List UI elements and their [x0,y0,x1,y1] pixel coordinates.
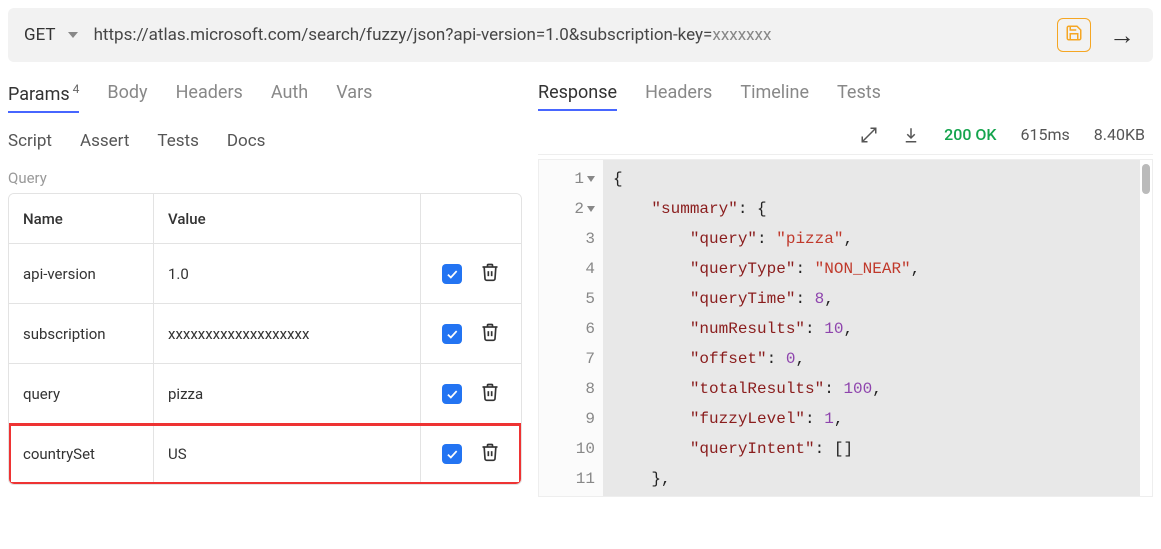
enable-checkbox[interactable] [442,264,462,284]
code-line: "queryType": "NON_NEAR", [613,254,1130,284]
tab-timeline[interactable]: Timeline [740,82,809,109]
query-header-value: Value [154,194,421,243]
line-number[interactable]: 1 [543,164,595,194]
tab-vars[interactable]: Vars [336,82,372,111]
code-line: "queryTime": 8, [613,284,1130,314]
response-size: 8.40KB [1094,125,1145,144]
line-number: 7 [543,344,595,374]
tab-resp-headers[interactable]: Headers [645,82,712,109]
subtab-tests[interactable]: Tests [157,131,198,151]
line-number: 9 [543,404,595,434]
tab-auth[interactable]: Auth [271,82,308,111]
response-time: 615ms [1021,125,1070,144]
query-param-name[interactable]: query [9,364,154,423]
query-param-name[interactable]: subscription [9,304,154,363]
request-subtabs: Script Assert Tests Docs [8,117,522,161]
url-text: https://atlas.microsoft.com/search/fuzzy… [94,25,713,45]
line-number: 11 [543,464,595,494]
enable-checkbox[interactable] [442,324,462,344]
scrollbar[interactable] [1140,160,1152,496]
save-icon [1065,24,1083,46]
status-badge: 200 OK [944,125,996,144]
scrollbar-thumb[interactable] [1142,164,1150,194]
fold-icon[interactable] [587,176,595,182]
query-header-row: Name Value [9,194,521,244]
query-param-name[interactable]: countrySet [9,424,154,484]
enable-checkbox[interactable] [442,384,462,404]
main: Params4 Body Headers Auth Vars Script As… [0,70,1161,541]
line-number[interactable]: 2 [543,194,595,224]
download-icon[interactable] [902,126,920,144]
response-meta-bar: 200 OK 615ms 8.40KB [538,115,1153,155]
tab-params-count: 4 [73,82,80,96]
line-number: 4 [543,254,595,284]
query-row-actions [421,304,521,363]
code-line: }, [613,464,1130,494]
save-button[interactable] [1057,18,1091,52]
url-bar: GET https://atlas.microsoft.com/search/f… [8,8,1153,62]
tab-body[interactable]: Body [107,82,147,111]
query-param-value[interactable]: US [154,424,421,484]
query-row-actions [421,424,521,484]
code-line: "totalResults": 100, [613,374,1130,404]
line-number: 8 [543,374,595,404]
query-row-actions [421,364,521,423]
query-table: Name Value api-version1.0subscriptionxxx… [8,193,522,485]
code-line: "summary": { [613,194,1130,224]
line-gutter: 1234567891011 [539,160,603,496]
fold-icon[interactable] [587,206,595,212]
tab-response[interactable]: Response [538,82,617,109]
code-line: { [613,164,1130,194]
send-button[interactable]: → [1101,20,1143,51]
delete-button[interactable] [480,262,500,286]
query-param-name[interactable]: api-version [9,244,154,303]
tab-params-label: Params [8,84,70,105]
query-row-actions [421,244,521,303]
response-panel: Response Headers Timeline Tests 200 OK 6… [530,70,1161,541]
tab-params[interactable]: Params4 [8,82,79,111]
query-row: api-version1.0 [9,244,521,304]
subtab-assert[interactable]: Assert [80,131,129,151]
url-input[interactable]: https://atlas.microsoft.com/search/fuzzy… [94,25,1047,45]
query-row: querypizza [9,364,521,424]
query-param-value[interactable]: pizza [154,364,421,423]
line-number: 10 [543,434,595,464]
query-param-value[interactable]: xxxxxxxxxxxxxxxxxxx [154,304,421,363]
tab-headers[interactable]: Headers [176,82,243,111]
delete-button[interactable] [480,322,500,346]
line-number: 6 [543,314,595,344]
url-masked: xxxxxxx [712,25,771,45]
code-view[interactable]: { "summary": { "query": "pizza", "queryT… [603,160,1140,496]
query-header-actions [421,194,521,243]
code-line: "fuzzyLevel": 1, [613,404,1130,434]
query-header-name: Name [9,194,154,243]
code-line: "query": "pizza", [613,224,1130,254]
method-label: GET [24,25,56,45]
request-panel: Params4 Body Headers Auth Vars Script As… [0,70,530,541]
enable-checkbox[interactable] [442,444,462,464]
request-tabs: Params4 Body Headers Auth Vars [8,70,522,117]
subtab-script[interactable]: Script [8,131,52,151]
method-select[interactable]: GET [18,25,84,45]
response-body: 1234567891011 { "summary": { "query": "p… [538,159,1153,497]
code-line: "queryIntent": [] [613,434,1130,464]
subtab-docs[interactable]: Docs [227,131,266,151]
chevron-down-icon [68,32,78,38]
clear-icon[interactable] [860,126,878,144]
arrow-right-icon: → [1109,21,1135,51]
line-number: 5 [543,284,595,314]
delete-button[interactable] [480,382,500,406]
response-tabs: Response Headers Timeline Tests [538,70,1153,115]
query-param-value[interactable]: 1.0 [154,244,421,303]
query-row: countrySetUS [9,424,521,484]
code-line: "numResults": 10, [613,314,1130,344]
query-row: subscriptionxxxxxxxxxxxxxxxxxxx [9,304,521,364]
line-number: 3 [543,224,595,254]
query-section-label: Query [8,161,522,193]
code-line: "offset": 0, [613,344,1130,374]
delete-button[interactable] [480,442,500,466]
tab-resp-tests[interactable]: Tests [837,82,881,109]
